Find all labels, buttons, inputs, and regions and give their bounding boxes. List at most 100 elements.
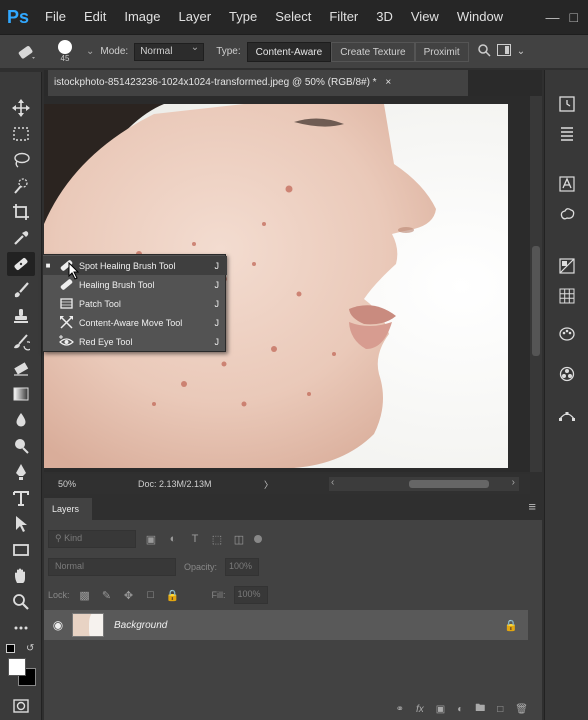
type-filter-icon[interactable]: T <box>188 533 202 545</box>
menu-image[interactable]: Image <box>115 0 169 34</box>
menu-file[interactable]: File <box>36 0 75 34</box>
quick-selection-tool-icon[interactable] <box>7 174 35 198</box>
scroll-right-icon[interactable]: › <box>512 477 515 488</box>
libraries-panel-icon[interactable] <box>554 202 580 226</box>
search-icon[interactable] <box>477 43 491 60</box>
opacity-input[interactable]: 100% <box>225 558 260 576</box>
color-panel-icon[interactable] <box>554 254 580 278</box>
shape-filter-icon[interactable]: ⬚ <box>210 533 224 546</box>
styles-panel-icon[interactable] <box>554 362 580 386</box>
vertical-scrollbar[interactable] <box>530 96 542 472</box>
spot-healing-tool-icon[interactable] <box>7 252 35 276</box>
horizontal-scrollbar[interactable]: ‹ › <box>329 477 519 491</box>
kind-filter-select[interactable]: ⚲ Kind <box>48 530 136 548</box>
lasso-tool-icon[interactable] <box>7 148 35 172</box>
more-tools-icon[interactable] <box>7 616 35 640</box>
lock-position-icon[interactable]: ✥ <box>122 589 136 602</box>
filter-toggle-icon[interactable] <box>254 535 262 543</box>
lock-pixels-icon[interactable]: ✎ <box>100 589 114 602</box>
layer-name[interactable]: Background <box>114 620 167 631</box>
visibility-eye-icon[interactable]: ◉ <box>44 618 72 632</box>
history-panel-icon[interactable] <box>554 92 580 116</box>
expand-icon[interactable]: ⌄ <box>517 46 525 57</box>
doc-info-arrow-icon[interactable]: 〉 <box>264 478 273 491</box>
brush-tool-icon[interactable] <box>7 278 35 302</box>
lock-all-icon[interactable]: 🔒 <box>166 589 180 602</box>
flyout-red-eye[interactable]: Red Eye Tool J <box>43 332 227 351</box>
folder-icon[interactable]: 🖿 <box>475 701 485 718</box>
brush-dropdown-icon[interactable]: ⌄ <box>86 46 94 57</box>
default-colors-icon[interactable] <box>6 644 15 653</box>
layers-tab[interactable]: Layers <box>44 498 92 520</box>
character-panel-icon[interactable] <box>554 172 580 196</box>
tool-preset-icon[interactable] <box>10 40 44 64</box>
lock-artboard-icon[interactable]: □ <box>144 589 158 601</box>
menu-filter[interactable]: Filter <box>320 0 367 34</box>
menu-view[interactable]: View <box>402 0 448 34</box>
mask-icon[interactable]: ▣ <box>436 704 445 715</box>
mode-select[interactable]: Normal <box>134 42 205 61</box>
rectangle-tool-icon[interactable] <box>7 538 35 562</box>
flyout-content-aware-move[interactable]: Content-Aware Move Tool J <box>43 313 227 332</box>
smart-object-filter-icon[interactable]: ◫ <box>232 533 246 546</box>
close-document-icon[interactable]: × <box>385 77 391 88</box>
type-tool-icon[interactable] <box>7 486 35 510</box>
type-content-aware[interactable]: Content-Aware <box>246 41 332 62</box>
hand-tool-icon[interactable] <box>7 564 35 588</box>
new-layer-icon[interactable]: □ <box>497 704 503 715</box>
pixel-filter-icon[interactable]: ▣ <box>144 533 158 546</box>
menu-layer[interactable]: Layer <box>170 0 221 34</box>
lock-transparent-icon[interactable]: ▩ <box>78 589 92 602</box>
vertical-scroll-thumb[interactable] <box>532 246 540 356</box>
adjustment-icon[interactable]: ◐ <box>457 704 463 715</box>
quick-mask-icon[interactable] <box>7 694 35 718</box>
layers-panel-header: Layers ≡ <box>44 496 542 520</box>
blur-tool-icon[interactable] <box>7 408 35 432</box>
paths-panel-icon[interactable] <box>554 404 580 428</box>
workspace-icon[interactable] <box>496 44 511 59</box>
blend-mode-select[interactable]: Normal <box>48 558 176 576</box>
panel-menu-icon[interactable]: ≡ <box>528 500 536 513</box>
zoom-tool-icon[interactable] <box>7 590 35 614</box>
scroll-left-icon[interactable]: ‹ <box>331 477 334 488</box>
minimize-icon[interactable]: — <box>546 9 560 25</box>
color-swatches[interactable]: ↺ <box>6 644 38 686</box>
layer-row-background[interactable]: ◉ Background 🔒 <box>44 610 528 640</box>
type-label: Type: <box>216 46 241 57</box>
history-brush-tool-icon[interactable] <box>7 330 35 354</box>
crop-tool-icon[interactable] <box>7 200 35 224</box>
maximize-icon[interactable]: □ <box>570 9 578 25</box>
swap-colors-icon[interactable]: ↺ <box>26 644 34 654</box>
brush-size-value: 45 <box>60 54 70 63</box>
menu-3d[interactable]: 3D <box>367 0 402 34</box>
link-icon[interactable]: ⚭ <box>396 704 404 715</box>
trash-icon[interactable]: 🗑 <box>515 704 528 715</box>
foreground-color-swatch[interactable] <box>8 658 26 676</box>
fill-input[interactable]: 100% <box>233 586 268 604</box>
menu-type[interactable]: Type <box>220 0 266 34</box>
horizontal-scroll-thumb[interactable] <box>409 480 489 488</box>
path-selection-tool-icon[interactable] <box>7 512 35 536</box>
flyout-patch[interactable]: Patch Tool J <box>43 294 227 313</box>
brush-size-picker[interactable]: 45 <box>50 37 80 67</box>
pen-tool-icon[interactable] <box>7 460 35 484</box>
eraser-tool-icon[interactable] <box>7 356 35 380</box>
zoom-level[interactable]: 50% <box>58 479 118 489</box>
type-create-texture[interactable]: Create Texture <box>331 41 415 62</box>
menu-edit[interactable]: Edit <box>75 0 115 34</box>
eyedropper-tool-icon[interactable] <box>7 226 35 250</box>
move-tool-icon[interactable] <box>7 96 35 120</box>
adjustments-panel-icon[interactable] <box>554 322 580 346</box>
adjustment-filter-icon[interactable]: ◐ <box>166 533 180 545</box>
type-proximity[interactable]: Proximit <box>414 41 469 62</box>
clone-stamp-tool-icon[interactable] <box>7 304 35 328</box>
fx-icon[interactable]: fx <box>416 704 424 715</box>
marquee-tool-icon[interactable] <box>7 122 35 146</box>
menu-select[interactable]: Select <box>266 0 320 34</box>
document-tab[interactable]: istockphoto-851423236-1024x1024-transfor… <box>48 70 468 96</box>
menu-window[interactable]: Window <box>448 0 512 34</box>
gradient-tool-icon[interactable] <box>7 382 35 406</box>
swatches-panel-icon[interactable] <box>554 284 580 308</box>
dodge-tool-icon[interactable] <box>7 434 35 458</box>
properties-panel-icon[interactable] <box>554 122 580 146</box>
